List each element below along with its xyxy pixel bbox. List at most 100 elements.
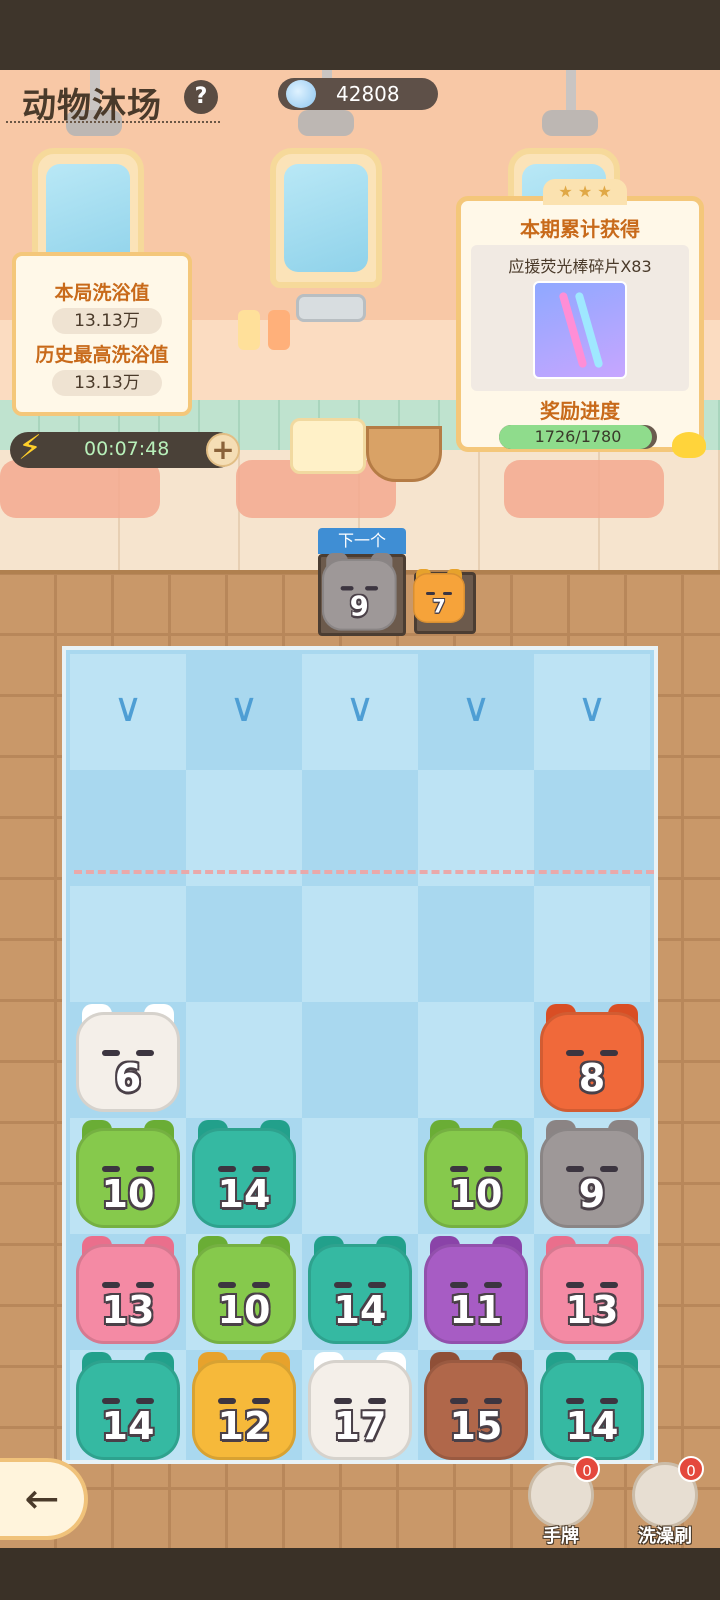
owl-piece: 11 <box>420 1236 532 1348</box>
piece-number: 10 <box>449 1172 503 1216</box>
drop-column-arrow-icon[interactable]: ∨ <box>448 688 504 728</box>
frog-piece: 10 <box>420 1120 532 1232</box>
reward-progress-text: 1726/1780 <box>534 427 622 446</box>
piece-number: 13 <box>565 1288 619 1332</box>
piece-number: 12 <box>217 1404 271 1448</box>
bath-brush-count: 0 <box>678 1456 704 1482</box>
bath-basket <box>366 426 442 482</box>
bottle-icon <box>238 310 260 350</box>
mirror <box>270 148 382 288</box>
drop-column-arrow-icon[interactable]: ∨ <box>216 688 272 728</box>
grid-cell <box>302 770 418 886</box>
piece-number: 11 <box>449 1288 503 1332</box>
parrot-piece: 14 <box>536 1352 648 1460</box>
grid-cell <box>534 886 650 1002</box>
reward-item-box: 应援荧光棒碎片X83 <box>471 245 689 391</box>
piece-number: 13 <box>101 1288 155 1332</box>
koala-piece: 9 <box>536 1120 648 1232</box>
currency-display[interactable]: 42808 <box>278 78 438 110</box>
add-energy-button[interactable]: + <box>206 433 240 467</box>
reward-progress-bar: 1726/1780 <box>499 425 657 449</box>
hand-tool-button[interactable]: 0 手牌 <box>522 1456 600 1547</box>
bear-piece: 15 <box>420 1352 532 1460</box>
piece-number: 14 <box>217 1172 271 1216</box>
piece-number: 15 <box>449 1404 503 1448</box>
reward-panel[interactable]: ★ ★ ★ 本期累计获得 应援荧光棒碎片X83 奖励进度 1726/1780 <box>456 179 704 452</box>
grid-cell <box>70 770 186 886</box>
rubber-duck-icon <box>672 432 706 458</box>
best-score-label: 历史最高洗浴值 <box>35 344 169 366</box>
grid-cell <box>186 886 302 1002</box>
grid-cell <box>70 886 186 1002</box>
parrot-piece: 14 <box>188 1120 300 1232</box>
lightning-icon: ⚡ <box>18 428 42 468</box>
bath-rug <box>504 460 664 518</box>
game-title: 动物沐场 <box>22 86 162 126</box>
bottle-icon <box>268 310 290 350</box>
frog-piece: 10 <box>72 1120 184 1232</box>
koala-piece: 9 <box>319 553 400 634</box>
piece-number: 17 <box>333 1404 387 1448</box>
top-bar <box>0 0 720 70</box>
tiger-piece: 7 <box>411 569 467 625</box>
timer-value: 00:07:48 <box>84 438 170 460</box>
back-button[interactable]: ← <box>0 1458 88 1540</box>
grid-cell <box>302 886 418 1002</box>
stars-icon: ★ ★ ★ <box>543 179 627 205</box>
danger-line <box>74 870 654 874</box>
pig-piece: 13 <box>536 1236 648 1348</box>
hand-tool-count: 0 <box>574 1456 600 1482</box>
reward-item-name: 应援荧光棒碎片X83 <box>508 257 652 276</box>
reward-progress-label: 奖励进度 <box>540 399 620 423</box>
drop-column-arrow-icon[interactable]: ∨ <box>564 688 620 728</box>
piece-number: 9 <box>578 1172 606 1216</box>
current-score-value: 13.13万 <box>52 308 162 334</box>
piece-number: 14 <box>565 1404 619 1448</box>
piece-number: 8 <box>578 1056 606 1100</box>
grid-cell <box>186 770 302 886</box>
parrot-piece: 14 <box>304 1236 416 1348</box>
grid-cell <box>302 1002 418 1118</box>
sheep-piece: 6 <box>72 1004 184 1116</box>
drop-column-arrow-icon[interactable]: ∨ <box>332 688 388 728</box>
faucet-icon <box>540 70 600 140</box>
currency-value: 42808 <box>336 82 400 106</box>
piece-number: 9 <box>349 590 369 623</box>
pig-piece: 13 <box>72 1236 184 1348</box>
piece-number: 7 <box>432 595 446 617</box>
score-panel: 本局洗浴值 13.13万 历史最高洗浴值 13.13万 <box>12 252 192 416</box>
queued-piece-slot: 7 <box>411 569 476 634</box>
next-piece-label: 下一个 <box>318 528 406 554</box>
piece-number: 14 <box>333 1288 387 1332</box>
cat-piece: 12 <box>188 1352 300 1460</box>
bubble-currency-icon <box>286 80 316 108</box>
bath-rug <box>0 460 160 518</box>
piece-number: 10 <box>217 1288 271 1332</box>
bath-stool <box>290 418 366 474</box>
piece-number: 6 <box>114 1056 142 1100</box>
grid-cell <box>418 770 534 886</box>
next-piece-slot: 9 <box>318 553 406 636</box>
energy-timer: ⚡ 00:07:48 + <box>10 428 240 468</box>
play-grid[interactable]: ∨ ∨ ∨ ∨ ∨ 6 8 10 14 10 9 13 10 14 11 13 14 12 17 15 14 <box>62 646 658 1464</box>
sheep-piece: 17 <box>304 1352 416 1460</box>
grid-cell <box>418 886 534 1002</box>
piece-number: 10 <box>101 1172 155 1216</box>
reward-title: 本期累计获得 <box>520 217 640 241</box>
best-score-value: 13.13万 <box>52 370 162 396</box>
fox-piece: 8 <box>536 1004 648 1116</box>
frog-piece: 10 <box>188 1236 300 1348</box>
drop-column-arrow-icon[interactable]: ∨ <box>100 688 156 728</box>
grid-cell <box>534 770 650 886</box>
glow-stick-icon <box>533 281 627 379</box>
hand-tool-label: 手牌 <box>543 1526 579 1547</box>
bottom-bar <box>0 1548 720 1600</box>
grid-cell <box>302 1118 418 1234</box>
bath-brush-label: 洗澡刷 <box>638 1526 692 1547</box>
bath-brush-button[interactable]: 0 洗澡刷 <box>626 1456 704 1547</box>
help-button[interactable]: ? <box>184 80 218 114</box>
piece-number: 14 <box>101 1404 155 1448</box>
parrot-piece: 14 <box>72 1352 184 1460</box>
grid-cell <box>418 1002 534 1118</box>
shower-control <box>296 294 366 322</box>
